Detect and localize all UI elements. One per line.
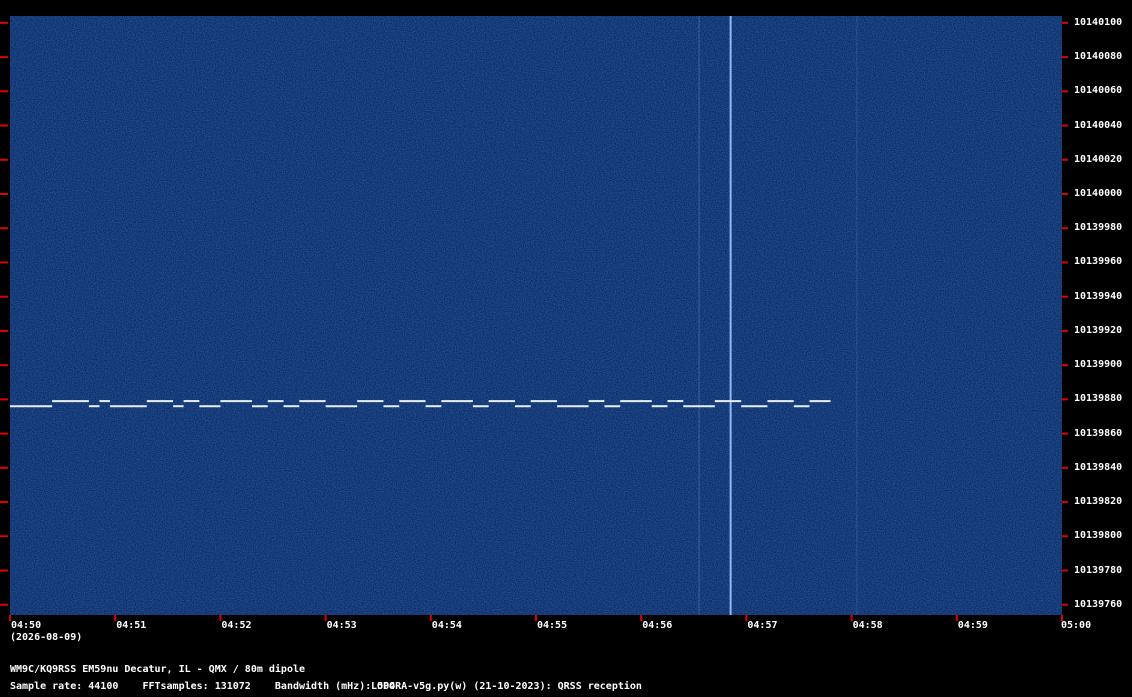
y-tick-label: 10139800 (1074, 530, 1123, 542)
y-tick-label: 10139980 (1074, 222, 1123, 234)
y-tick-label: 10139780 (1074, 564, 1123, 576)
y-tick-label: 10139840 (1074, 461, 1123, 473)
x-tick-label: 04:54 (431, 620, 462, 631)
x-tick-label: 04:51 (116, 620, 147, 631)
x-tick-label: 04:58 (852, 620, 883, 631)
x-tick-label: 04:55 (537, 620, 568, 631)
y-tick-label: 10139760 (1074, 598, 1123, 610)
y-tick-label: 10140080 (1074, 51, 1123, 63)
y-tick-label: 10140020 (1074, 153, 1123, 165)
y-tick-label: 10139960 (1074, 256, 1123, 268)
x-tick-label: 04:50 (11, 620, 42, 631)
x-tick-label: 05:00 (1061, 620, 1092, 631)
y-tick-label: 10139820 (1074, 496, 1123, 508)
sample-info: Sample rate: 44100 FFTsamples: 131072 Ba… (10, 681, 396, 692)
axis-ticks (0, 21, 1068, 621)
y-tick-label: 10139920 (1074, 324, 1123, 336)
y-tick-label: 10139940 (1074, 290, 1123, 302)
x-tick-label: 04:57 (747, 620, 778, 631)
x-tick-label: 04:56 (642, 620, 673, 631)
y-tick-label: 10140060 (1074, 85, 1123, 97)
x-tick-label: 04:59 (957, 620, 988, 631)
y-tick-label: 10139880 (1074, 393, 1123, 405)
y-tick-label: 10139860 (1074, 427, 1123, 439)
x-tick-label: 04:52 (221, 620, 252, 631)
date-label: (2026-08-09) (10, 632, 83, 643)
x-tick-label: 04:53 (326, 620, 357, 631)
y-tick-label: 10139900 (1074, 359, 1123, 371)
y-tick-label: 10140100 (1074, 16, 1123, 28)
y-tick-label: 10140000 (1074, 187, 1123, 199)
station-info: WM9C/KQ9RSS EM59nu Decatur, IL - QMX / 8… (10, 664, 306, 675)
grabber-window: 10140100 10140080 10140060 10140040 10140020… (0, 0, 1132, 697)
y-tick-label: 10140040 (1074, 119, 1123, 131)
software-info: LOPORA-v5g.py(w) (21-10-2023): QRSS rece… (371, 681, 642, 692)
